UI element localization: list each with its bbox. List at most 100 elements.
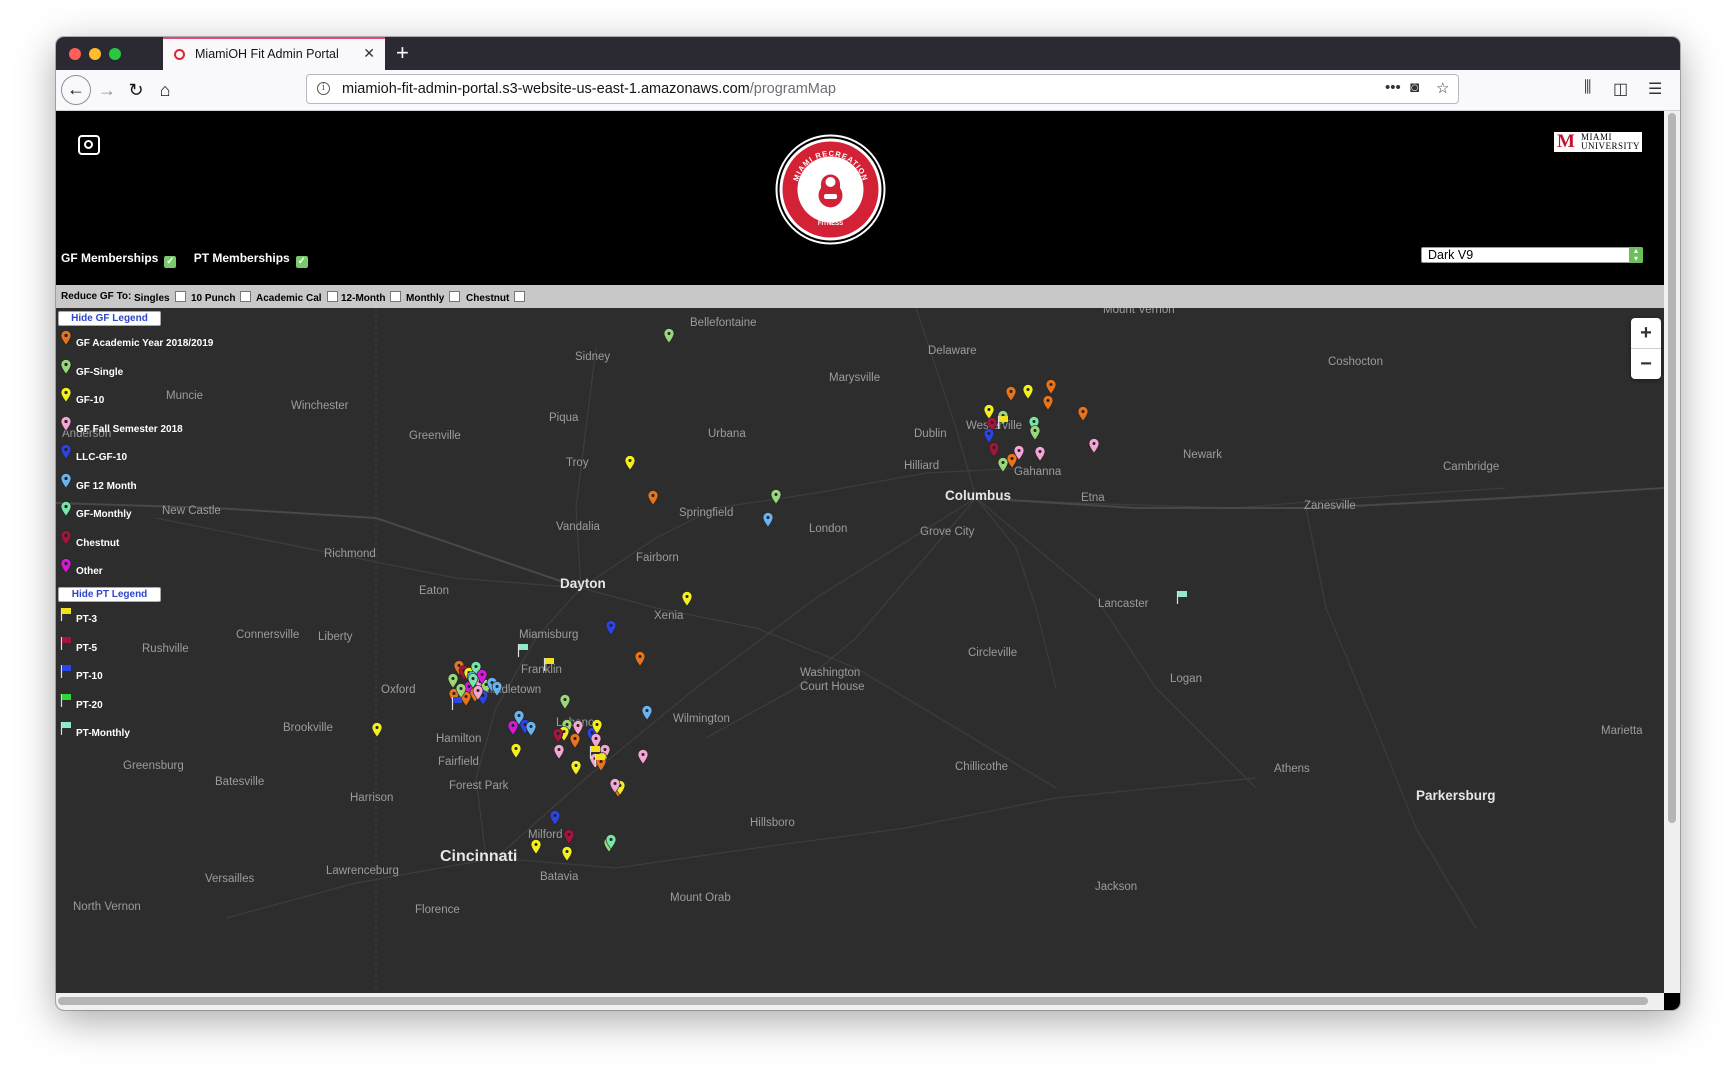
filter-chestnut-checkbox[interactable] <box>514 291 526 302</box>
filter-monthly-checkbox[interactable] <box>449 291 461 302</box>
gf-map-marker[interactable] <box>590 733 602 749</box>
pt-map-marker[interactable] <box>451 697 463 710</box>
gf-map-marker[interactable] <box>559 694 571 710</box>
gf-map-marker[interactable] <box>1006 453 1018 469</box>
gf-map-marker[interactable] <box>605 620 617 636</box>
browser-tab[interactable]: MiamiOH Fit Admin Portal ✕ <box>163 37 385 70</box>
legend-item: Chestnut <box>76 537 120 549</box>
minimize-window-button[interactable] <box>89 48 101 60</box>
filter-10-punch-label: 10 Punch <box>191 293 236 304</box>
filter-12-month-label: 12-Month <box>341 293 386 304</box>
gf-map-marker[interactable] <box>572 720 584 736</box>
pt-map-marker[interactable] <box>517 644 529 657</box>
gf-map-marker[interactable] <box>1088 438 1100 454</box>
gf-map-marker[interactable] <box>530 839 542 855</box>
gf-map-marker[interactable] <box>507 720 519 736</box>
pt-memberships-toggle[interactable]: PT Memberships ✓ <box>194 251 308 268</box>
gf-map-marker[interactable] <box>525 721 537 737</box>
gf-map-marker[interactable] <box>647 490 659 506</box>
gf-memberships-toggle[interactable]: GF Memberships ✓ <box>61 251 177 268</box>
url-bar[interactable]: i miamioh-fit-admin-portal.s3-website-us… <box>306 74 1459 104</box>
home-icon[interactable]: ⌂ <box>151 76 179 104</box>
filter-12-month-checkbox[interactable] <box>390 291 402 302</box>
gf-map-marker[interactable] <box>1077 406 1089 422</box>
hide-pt-legend-button[interactable]: Hide PT Legend <box>58 587 161 602</box>
legend-item: PT-10 <box>76 671 103 682</box>
gf-map-marker[interactable] <box>549 810 561 826</box>
sidebar-icon[interactable]: ◫ <box>1613 79 1628 99</box>
library-icon[interactable]: ⫼ <box>1584 79 1591 97</box>
gf-map-marker[interactable] <box>988 442 1000 458</box>
map-style-select[interactable]: Dark V9 ▴ ▾ <box>1421 247 1643 263</box>
zoom-out-button[interactable]: − <box>1631 349 1661 379</box>
gf-map-marker[interactable] <box>983 404 995 420</box>
gf-map-marker[interactable] <box>1034 446 1046 462</box>
gf-map-marker[interactable] <box>770 489 782 505</box>
gf-map-marker[interactable] <box>1042 395 1054 411</box>
gf-map-marker[interactable] <box>997 457 1009 473</box>
gf-memberships-label: GF Memberships <box>61 251 159 265</box>
gf-map-marker[interactable] <box>634 651 646 667</box>
menu-icon[interactable]: ☰ <box>1648 79 1662 99</box>
pt-memberships-checkbox[interactable]: ✓ <box>295 256 308 268</box>
pocket-icon[interactable]: ◙ <box>1410 79 1419 96</box>
gf-map-marker[interactable] <box>563 829 575 845</box>
site-info-icon[interactable]: i <box>317 82 330 95</box>
pt-map-marker[interactable] <box>1176 591 1188 604</box>
url-host: miamioh-fit-admin-portal.s3-website-us-e… <box>342 81 750 97</box>
hide-gf-legend-button[interactable]: Hide GF Legend <box>58 311 161 326</box>
filter-monthly[interactable]: Monthly <box>406 291 461 304</box>
gf-map-marker[interactable] <box>637 749 649 765</box>
new-tab-icon[interactable]: + <box>396 40 409 66</box>
close-tab-icon[interactable]: ✕ <box>363 45 375 62</box>
filter-10-punch[interactable]: 10 Punch <box>191 291 252 304</box>
horizontal-scrollbar[interactable] <box>56 993 1664 1010</box>
filter-10-punch-checkbox[interactable] <box>240 291 252 302</box>
legend-item: Other <box>76 566 103 577</box>
select-arrows-icon[interactable]: ▴ ▾ <box>1629 247 1643 263</box>
legend-item: PT-5 <box>76 642 98 654</box>
gf-map-marker[interactable] <box>983 428 995 444</box>
camera-icon[interactable] <box>78 135 100 155</box>
gf-map-marker[interactable] <box>510 743 522 759</box>
forward-icon[interactable]: → <box>93 76 121 104</box>
maximize-window-button[interactable] <box>109 48 121 60</box>
bookmark-star-icon[interactable]: ☆ <box>1436 79 1449 97</box>
close-window-button[interactable] <box>69 48 81 60</box>
filter-singles-checkbox[interactable] <box>174 291 186 302</box>
gf-map-marker[interactable] <box>371 722 383 738</box>
filter-12-month[interactable]: 12-Month <box>341 291 402 304</box>
gf-map-marker[interactable] <box>663 328 675 344</box>
gf-map-marker[interactable] <box>641 705 653 721</box>
gf-map-marker[interactable] <box>1022 384 1034 400</box>
gf-map-marker[interactable] <box>1005 386 1017 402</box>
horizontal-scroll-thumb[interactable] <box>58 997 1648 1005</box>
reload-icon[interactable]: ↻ <box>122 76 150 104</box>
gf-map-marker[interactable] <box>561 846 573 862</box>
gf-map-marker[interactable] <box>552 728 564 744</box>
vertical-scroll-thumb[interactable] <box>1668 113 1676 823</box>
pt-map-marker[interactable] <box>543 658 555 671</box>
gf-map-marker[interactable] <box>762 512 774 528</box>
filter-academic-cal-checkbox[interactable] <box>326 291 338 302</box>
legend-item: GF-Single <box>76 366 124 378</box>
gf-map-marker[interactable] <box>569 733 581 749</box>
back-icon[interactable]: ← <box>61 75 91 105</box>
gf-map-marker[interactable] <box>570 760 582 776</box>
filter-chestnut[interactable]: Chestnut <box>466 291 526 304</box>
miami-recreation-logo: MIAMI RECREATION FITNESS <box>775 134 886 245</box>
program-map[interactable]: Mount Vernon Bellefontaine Delaware Coshoct… <box>56 308 1664 993</box>
gf-map-marker[interactable] <box>681 591 693 607</box>
vertical-scrollbar[interactable] <box>1664 111 1680 993</box>
gf-map-marker[interactable] <box>1045 379 1057 395</box>
gf-map-marker[interactable] <box>491 681 503 697</box>
gf-memberships-checkbox[interactable]: ✓ <box>164 256 177 268</box>
filter-academic-cal[interactable]: Academic Cal <box>256 291 338 304</box>
logo-bottom-text: FITNESS <box>818 221 843 227</box>
zoom-in-button[interactable]: + <box>1631 318 1661 348</box>
page-actions-icon[interactable]: ••• <box>1385 79 1401 96</box>
gf-map-marker[interactable] <box>624 455 636 471</box>
gf-map-marker[interactable] <box>1029 425 1041 441</box>
filter-singles[interactable]: Singles <box>134 291 186 304</box>
gf-map-marker[interactable] <box>553 744 565 760</box>
